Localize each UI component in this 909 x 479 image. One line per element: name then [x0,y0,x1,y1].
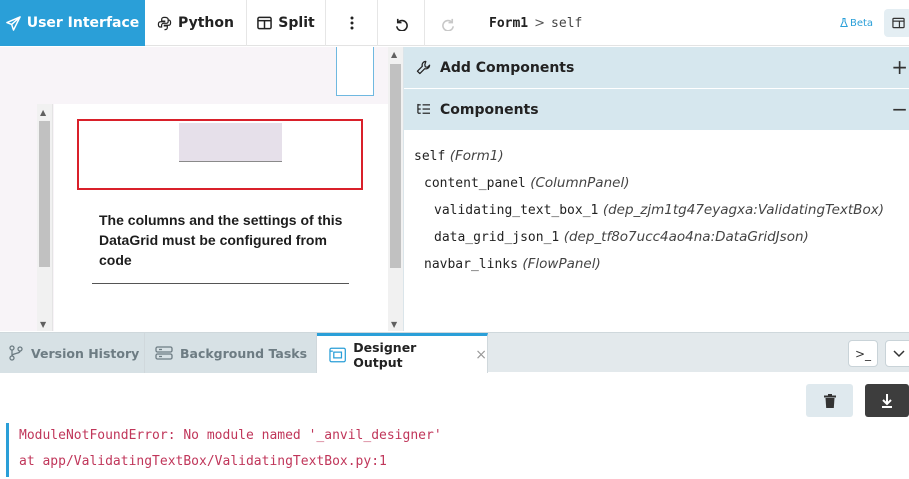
redo-icon [442,18,454,31]
tree-item-name: self [414,149,446,164]
breadcrumb-current: self [551,15,583,31]
close-tab-icon[interactable]: × [475,347,487,363]
tree-item-name: content_panel [424,176,526,191]
error-line-2[interactable]: at app/ValidatingTextBox/ValidatingTextB… [19,449,606,475]
canvas-scrollbar-thumb[interactable] [390,64,401,268]
tab-background-tasks[interactable]: Background Tasks [145,333,317,373]
panel-layout-icon [891,17,905,29]
tree-item-validating-text-box[interactable]: validating_text_box_1 (dep_zjm1tg47eyagx… [414,197,884,224]
error-line-1: ModuleNotFoundError: No module named '_a… [19,428,442,443]
components-header[interactable]: Components − [404,89,909,130]
python-label: Python [178,15,234,31]
tree-item-type: (FlowPanel) [522,256,601,272]
error-message: ModuleNotFoundError: No module named '_a… [6,423,606,477]
add-components-header[interactable]: Add Components + [404,47,909,88]
clear-output-button[interactable] [806,384,853,417]
tab-background-tasks-label: Background Tasks [180,345,308,361]
more-options-button[interactable] [326,0,378,46]
layout-toggle-button[interactable] [884,9,909,37]
split-view-icon [257,16,273,30]
terminal-icon: >_ [854,346,872,361]
paper-plane-icon [5,15,21,31]
tree-item-self[interactable]: self (Form1) [414,143,884,170]
server-stack-icon [155,346,173,360]
undo-icon [395,18,408,31]
add-components-label: Add Components [440,59,575,76]
component-tree: self (Form1) content_panel (ColumnPanel)… [414,143,884,278]
scroll-down-arrow-icon[interactable]: ▼ [40,320,46,329]
breadcrumb-form[interactable]: Form1 [489,16,528,31]
beta-badge[interactable]: Beta [840,0,873,46]
tree-item-navbar-links[interactable]: navbar_links (FlowPanel) [414,251,884,278]
designer-output-panel: ModuleNotFoundError: No module named '_a… [0,373,909,479]
undo-button[interactable] [378,0,425,46]
bottom-tab-bar: Version History Background Tasks Designe… [0,332,909,373]
arrow-to-bottom-icon [882,393,892,408]
git-branch-icon [9,345,23,361]
canvas-scroll-down-icon[interactable]: ▼ [391,320,397,329]
collapse-panel-button[interactable] [885,340,909,367]
tab-designer-output[interactable]: Designer Output × [317,333,488,373]
breadcrumb: Form1 > self [489,0,582,46]
tree-list-icon [417,103,430,114]
tree-item-type: (dep_zjm1tg47eyagxa:ValidatingTextBox) [602,202,884,218]
more-vertical-icon [350,16,353,30]
tree-item-type: (ColumnPanel) [530,175,630,191]
tree-item-type: (Form1) [449,148,504,164]
design-canvas[interactable]: ▲ ▼ The columns and the settings of this… [0,47,388,331]
scroll-to-bottom-button[interactable] [865,384,909,417]
canvas-scroll-up-icon[interactable]: ▲ [391,50,397,59]
properties-panel: Add Components + Components − self (Form… [403,47,909,331]
tab-version-history-label: Version History [31,345,140,361]
flask-icon [840,18,848,27]
form-scrollbar-thumb[interactable] [39,121,50,267]
split-label: Split [278,15,315,31]
tab-version-history[interactable]: Version History [0,333,145,373]
tree-item-content-panel[interactable]: content_panel (ColumnPanel) [414,170,884,197]
python-tab[interactable]: Python [145,0,247,46]
form-page: The columns and the settings of this Dat… [54,104,388,331]
chevron-down-icon [893,349,905,357]
user-interface-tab[interactable]: User Interface [0,0,145,46]
redo-button[interactable] [425,0,472,46]
text-box-field[interactable] [179,123,282,162]
wrench-icon [416,60,431,75]
canvas-scrollbar[interactable]: ▲ ▼ [388,47,403,331]
trash-icon [823,393,836,408]
form-scrollbar[interactable]: ▲ ▼ [37,104,53,331]
python-icon [157,16,172,30]
designer-output-icon [329,347,346,362]
beta-label: Beta [850,17,874,29]
tree-item-type: (dep_tf8o7ucc4ao4na:DataGridJson) [563,229,809,245]
top-toolbar: User Interface Python Split Form1 > self… [0,0,909,46]
tree-item-name: navbar_links [424,257,518,272]
navbar-links-placeholder[interactable] [336,47,374,96]
tree-item-name: data_grid_json_1 [434,230,560,245]
datagrid-divider [92,283,349,284]
scroll-up-arrow-icon[interactable]: ▲ [40,108,46,117]
terminal-button[interactable]: >_ [848,340,878,367]
expand-plus-icon[interactable]: + [891,55,908,79]
components-label: Components [440,101,539,118]
split-tab[interactable]: Split [247,0,326,46]
collapse-minus-icon[interactable]: − [891,97,908,121]
datagrid-placeholder-message: The columns and the settings of this Dat… [99,212,343,268]
user-interface-label: User Interface [26,15,140,31]
tree-item-data-grid-json[interactable]: data_grid_json_1 (dep_tf8o7ucc4ao4na:Dat… [414,224,884,251]
tree-item-name: validating_text_box_1 [434,203,599,218]
breadcrumb-separator: > [534,15,546,31]
validating-text-box-selected[interactable] [77,119,363,190]
tab-designer-output-label: Designer Output [353,339,417,370]
